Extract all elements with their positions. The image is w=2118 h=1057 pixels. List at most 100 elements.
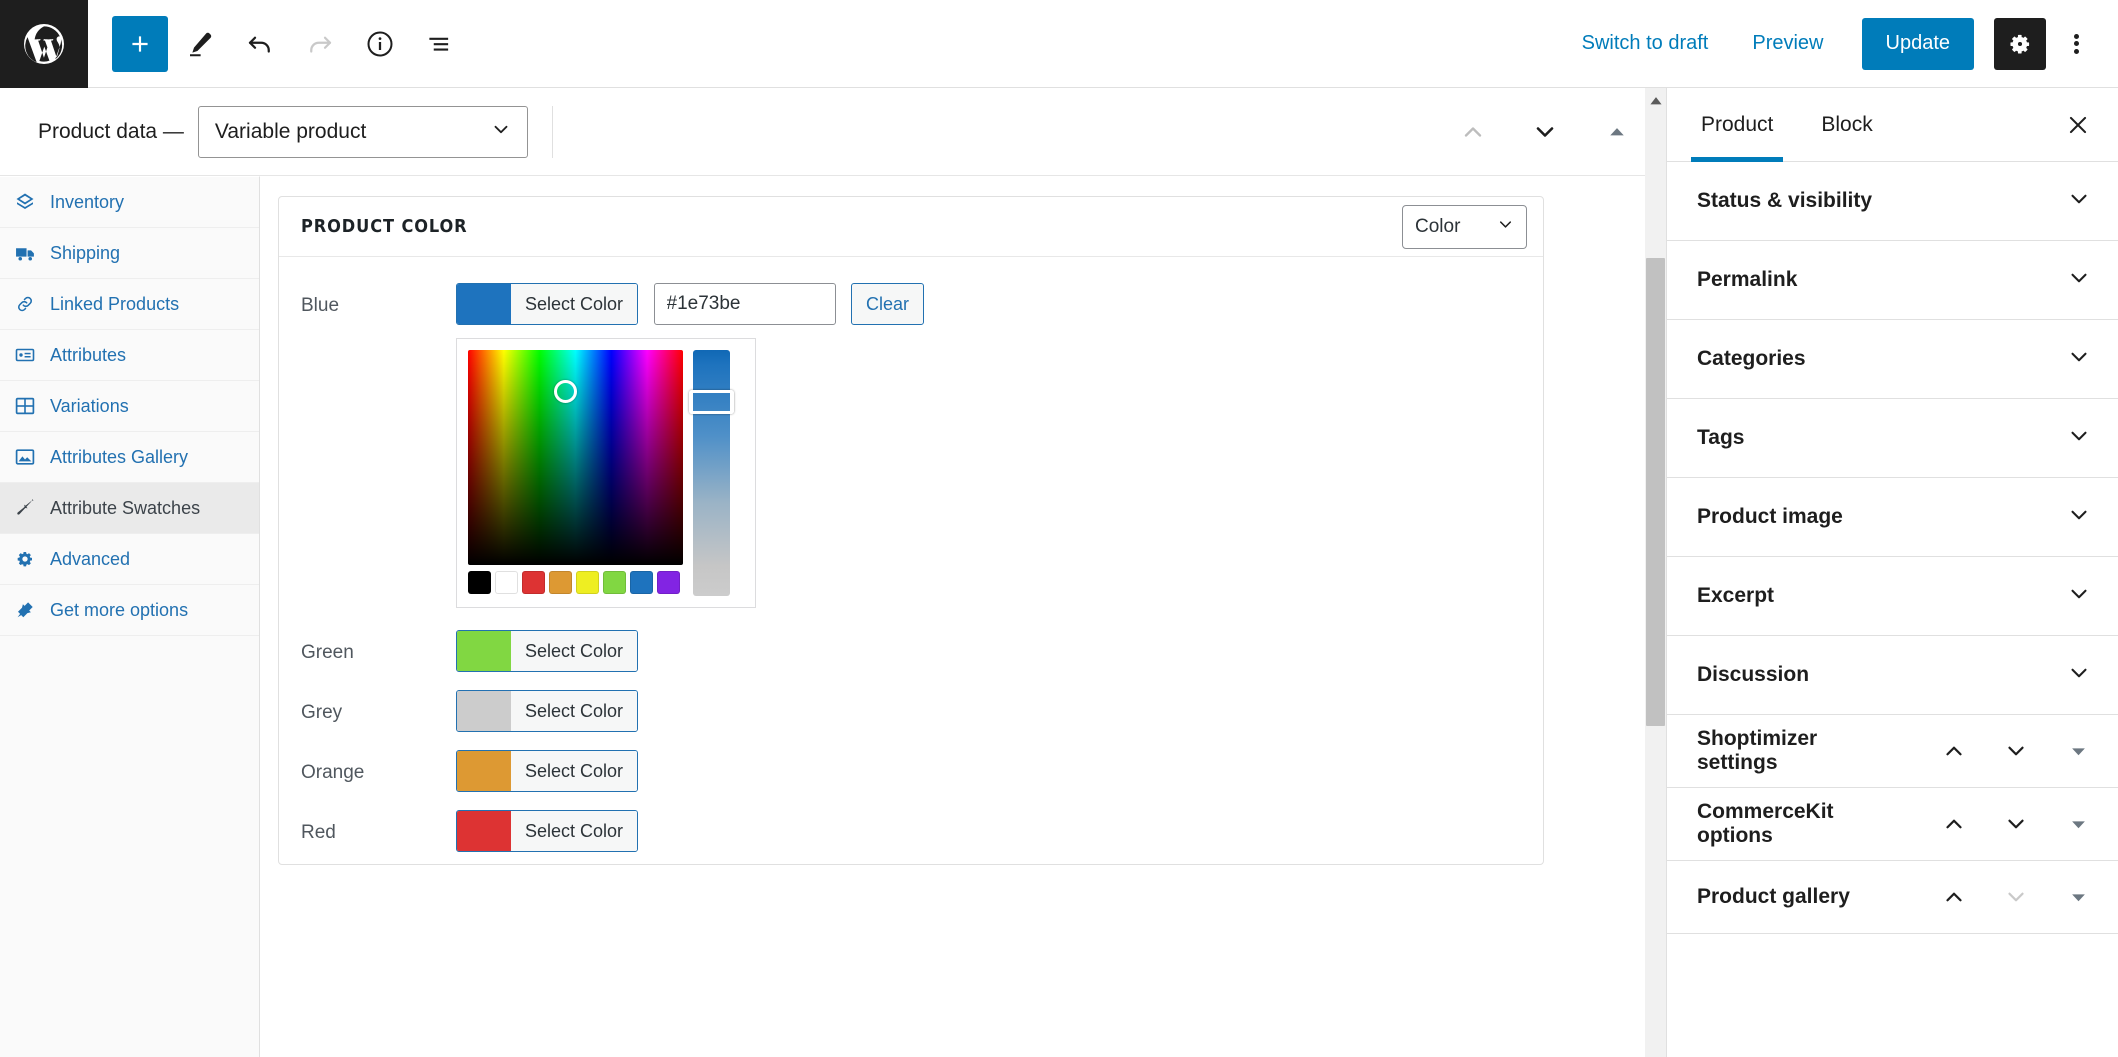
preset-swatch[interactable] [576, 571, 599, 594]
preview-button[interactable]: Preview [1730, 22, 1845, 65]
move-up-button[interactable] [1934, 731, 1974, 771]
sidebar-item-get-more-options[interactable]: Get more options [0, 585, 259, 636]
edit-tool-button[interactable] [172, 16, 228, 72]
preset-swatch[interactable] [630, 571, 653, 594]
iris-square-cursor[interactable] [554, 380, 577, 403]
panel-status-and-visibility[interactable]: Status & visibility [1667, 162, 2118, 241]
select-color-button-orange[interactable]: Select Color [456, 750, 639, 792]
toggle-meta-box-button[interactable] [2058, 731, 2098, 771]
sidebar-item-shipping[interactable]: Shipping [0, 228, 259, 279]
select-color-button-green[interactable]: Select Color [456, 630, 639, 672]
iris-hue-slider-handle[interactable] [689, 390, 734, 414]
list-view-button[interactable] [412, 16, 468, 72]
preset-swatch[interactable] [522, 571, 545, 594]
sidebar-item-attribute-swatches[interactable]: Attribute Swatches [0, 483, 259, 534]
iris-saturation-square[interactable] [468, 350, 683, 565]
swatch-row-label: Grey [301, 702, 343, 723]
select-color-label: Select Color [511, 691, 638, 731]
sidebar-tabs: Product Block [1667, 88, 2118, 162]
scroll-up-arrow-icon[interactable] [1649, 94, 1663, 112]
grid-icon [14, 395, 36, 417]
toggle-meta-box-button[interactable] [2058, 804, 2098, 844]
clear-color-button-blue[interactable]: Clear [850, 283, 924, 325]
sidebar-item-label: Attributes Gallery [50, 446, 189, 467]
panel-title: Status & visibility [1697, 189, 1873, 212]
sidebar-item-label: Advanced [50, 548, 131, 569]
meta-box-product-gallery[interactable]: Product gallery [1667, 861, 2118, 934]
info-circle-icon[interactable] [352, 16, 408, 72]
swatch-row-controls: Select Color [456, 630, 1543, 672]
panel-permalink[interactable]: Permalink [1667, 241, 2118, 320]
toggle-meta-box-button[interactable] [2058, 877, 2098, 917]
sidebar-item-linked-products[interactable]: Linked Products [0, 279, 259, 330]
sidebar-item-attributes-gallery[interactable]: Attributes Gallery [0, 432, 259, 483]
vertical-dots-icon[interactable] [2052, 18, 2100, 70]
move-up-button[interactable] [1447, 106, 1499, 158]
meta-box-commercekit-options[interactable]: CommerceKit options [1667, 788, 2118, 861]
redo-button[interactable] [292, 16, 348, 72]
move-down-button[interactable] [1519, 106, 1571, 158]
panel-title: Excerpt [1697, 584, 1775, 607]
sidebar-item-label: Get more options [50, 599, 189, 620]
wordpress-logo-icon[interactable] [0, 0, 88, 88]
meta-box-actions [1934, 731, 2098, 771]
move-down-button[interactable] [1996, 804, 2036, 844]
close-icon[interactable] [2050, 97, 2106, 153]
color-swatch-preview [457, 284, 511, 324]
panel-categories[interactable]: Categories [1667, 320, 2118, 399]
select-color-button-red[interactable]: Select Color [456, 810, 639, 852]
swatch-row-controls: Select Color [456, 690, 1543, 732]
panel-product-image[interactable]: Product image [1667, 478, 2118, 557]
move-up-button[interactable] [1934, 877, 1974, 917]
image-icon [14, 446, 36, 468]
panel-discussion[interactable]: Discussion [1667, 636, 2118, 715]
tab-block[interactable]: Block [1797, 88, 1896, 162]
update-button[interactable]: Update [1861, 17, 1974, 70]
color-swatch-preview [457, 631, 511, 671]
select-color-button-grey[interactable]: Select Color [456, 690, 639, 732]
undo-button[interactable] [232, 16, 288, 72]
scrollbar-thumb[interactable] [1646, 258, 1665, 726]
panel-title: Tags [1697, 426, 1745, 449]
panel-tags[interactable]: Tags [1667, 399, 2118, 478]
move-up-button[interactable] [1934, 804, 1974, 844]
chevron-down-icon [2066, 186, 2092, 217]
editor-canvas: Product data — Variable product Inventor… [0, 88, 1665, 1057]
meta-box-shoptimizer-settings[interactable]: Shoptimizer settings [1667, 715, 2118, 788]
sidebar-item-label: Variations [50, 395, 129, 416]
move-down-button[interactable] [1996, 731, 2036, 771]
sidebar-item-inventory[interactable]: Inventory [0, 177, 259, 228]
meta-box-title: Shoptimizer settings [1697, 726, 1818, 774]
product-type-select[interactable]: Variable product [197, 105, 528, 158]
hex-color-input-blue[interactable] [653, 283, 836, 325]
preset-swatch[interactable] [657, 571, 680, 594]
toolbar-divider [551, 105, 553, 158]
preset-swatch[interactable] [468, 571, 491, 594]
panel-excerpt[interactable]: Excerpt [1667, 557, 2118, 636]
add-block-button[interactable] [112, 15, 168, 72]
product-type-select-wrapper: Variable product [197, 105, 528, 158]
swatch-type-select[interactable]: Color [1402, 204, 1527, 249]
select-color-button-blue[interactable]: Select Color [456, 283, 639, 325]
preset-swatch[interactable] [603, 571, 626, 594]
swatch-row-controls: Select Color [456, 810, 1543, 852]
iris-hue-slider[interactable] [689, 350, 734, 596]
sidebar-item-variations[interactable]: Variations [0, 381, 259, 432]
swatch-row-orange: Orange Select Color [279, 750, 1543, 792]
preset-swatch[interactable] [495, 571, 518, 594]
preset-swatch[interactable] [549, 571, 572, 594]
link-icon [14, 293, 36, 315]
meta-box-title: CommerceKit options [1697, 799, 1834, 847]
tab-product[interactable]: Product [1677, 88, 1797, 162]
collapse-panel-button[interactable] [1591, 106, 1643, 158]
swatch-row-red: Red Select Color [279, 810, 1543, 852]
move-down-button[interactable] [1996, 877, 2036, 917]
meta-box-actions [1934, 877, 2098, 917]
gear-icon[interactable] [1994, 17, 2046, 70]
product-color-panel: PRODUCT COLOR Color Blue Select Color #1… [278, 196, 1544, 865]
sidebar-item-advanced[interactable]: Advanced [0, 534, 259, 585]
panel-title: Categories [1697, 347, 1806, 370]
sidebar-item-attributes[interactable]: Attributes [0, 330, 259, 381]
canvas-scrollbar[interactable] [1645, 88, 1666, 1057]
switch-to-draft-button[interactable]: Switch to draft [1560, 22, 1731, 65]
